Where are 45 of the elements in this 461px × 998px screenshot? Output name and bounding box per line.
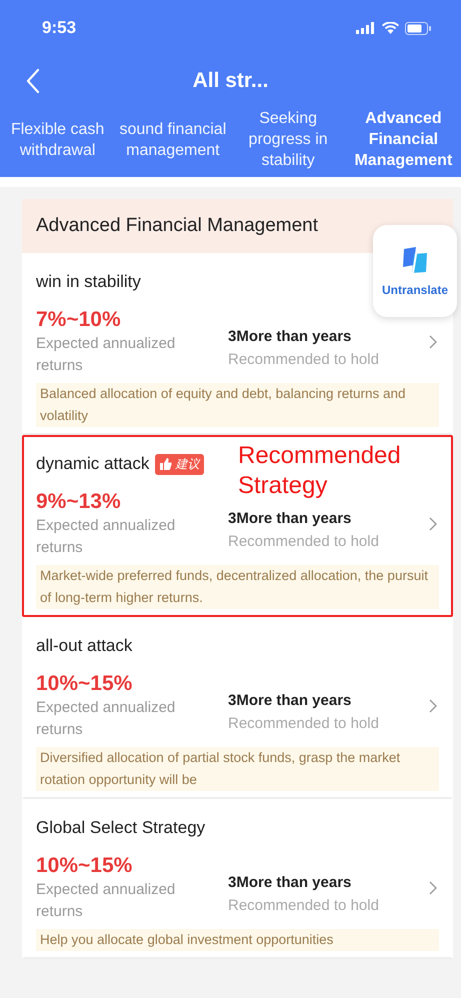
return-label: Expected annualized returns [36,880,176,922]
chevron-right-icon [429,699,437,713]
thumbs-up-icon [160,458,172,470]
chevron-right-icon [429,881,437,895]
battery-icon [405,22,431,34]
return-rate: 10%~15% [36,853,134,879]
annotation-label: Recommended Strategy [238,441,402,501]
strategy-description: Help you allocate global investment opportunities [36,929,439,951]
hold-period: 3More than years [228,692,352,709]
hold-period: 3More than years [228,874,352,891]
status-time: 9:53 [42,18,76,38]
strategy-description: Balanced allocation of equity and debt, balancing returns and volatility [36,383,439,427]
chevron-right-icon [429,517,437,531]
return-rate: 9%~13% [36,489,122,515]
section-title: Advanced Financial Management [36,215,318,237]
hold-period: 3More than years [228,510,352,527]
return-label: Expected annualized returns [36,334,176,376]
return-rate: 7%~10% [36,307,122,333]
hold-period: 3More than years [228,328,352,345]
category-tab[interactable]: Flexible cash withdrawal [0,108,116,171]
hold-label: Recommended to hold [228,715,380,732]
signal-icon [356,22,376,34]
hold-label: Recommended to hold [228,351,380,368]
return-label: Expected annualized returns [36,516,176,558]
strategy-name: Global Select Strategy [36,818,206,838]
chevron-right-icon [429,335,437,349]
recommend-badge: 建议 [155,454,204,474]
strategy-name: dynamic attack [36,454,150,474]
strategy-description: Diversified allocation of partial stock funds, grasp the market rotation opportunity will be [36,747,439,791]
strategy-name: all-out attack [36,636,132,656]
strategy-name: win in stability [36,272,141,292]
strategy-item[interactable] [22,435,453,617]
category-tab[interactable]: Advanced Financial Management [346,108,461,171]
translate-icon [400,245,430,275]
wifi-icon [382,22,399,34]
category-tab[interactable]: Seeking progress in stability [230,108,346,171]
page-title: All str... [192,69,268,93]
strategy-description: Market-wide preferred funds, decentralized allocation, the pursuit of long-term higher returns. [36,565,439,609]
hold-label: Recommended to hold [228,897,380,914]
return-label: Expected annualized returns [36,698,176,740]
untranslate-button[interactable]: Untranslate [373,225,457,317]
return-rate: 10%~15% [36,671,134,697]
hold-label: Recommended to hold [228,533,380,550]
back-icon[interactable] [26,68,40,94]
category-tab[interactable]: sound financial management [115,108,230,171]
